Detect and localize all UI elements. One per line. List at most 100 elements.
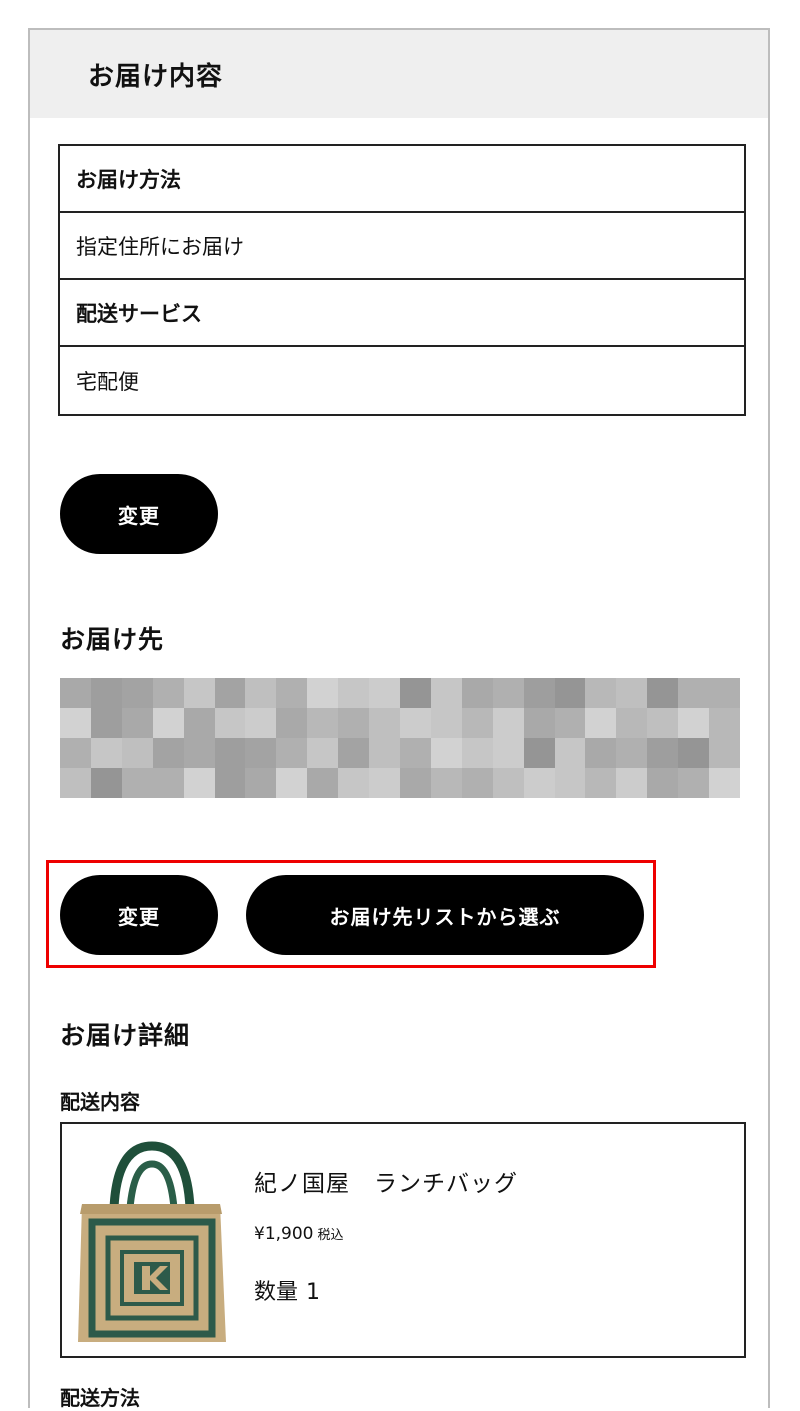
mosaic-cell <box>585 768 617 798</box>
mosaic-cell <box>245 708 277 738</box>
mosaic-cell <box>60 708 91 738</box>
mosaic-cell <box>399 708 431 738</box>
mosaic-cell <box>585 708 617 738</box>
mosaic-cell <box>399 768 431 798</box>
mosaic-cell <box>616 678 648 708</box>
mosaic-cell <box>461 738 493 768</box>
mosaic-cell <box>492 738 524 768</box>
mosaic-cell <box>554 738 586 768</box>
mosaic-cell <box>430 768 462 798</box>
delivery-method-section-label: 配送方法 <box>60 1386 140 1410</box>
mosaic-cell <box>399 678 431 708</box>
mosaic-cell <box>90 678 122 708</box>
mosaic-cell <box>523 768 555 798</box>
mosaic-cell <box>709 708 740 738</box>
mosaic-cell <box>647 708 679 738</box>
redacted-address-mosaic <box>60 678 740 798</box>
mosaic-cell <box>616 768 648 798</box>
mosaic-cell <box>430 738 462 768</box>
mosaic-cell <box>245 738 277 768</box>
mosaic-cell <box>709 768 740 798</box>
mosaic-cell <box>585 738 617 768</box>
mosaic-cell <box>152 768 184 798</box>
shipping-service-label: 配送サービス <box>60 280 744 347</box>
mosaic-cell <box>369 768 400 798</box>
mosaic-cell <box>647 738 679 768</box>
mosaic-cell <box>276 678 308 708</box>
mosaic-cell <box>461 768 493 798</box>
panel-title: お届け内容 <box>88 62 224 92</box>
choose-from-address-list-button[interactable]: お届け先リストから選ぶ <box>246 875 644 955</box>
mosaic-cell <box>245 768 277 798</box>
mosaic-cell <box>647 678 679 708</box>
address-title: お届け先 <box>60 625 165 654</box>
delivery-panel: お届け内容 お届け方法 指定住所にお届け 配送サービス 宅配便 変更 お届け先 … <box>28 28 770 1410</box>
mosaic-cell <box>152 738 184 768</box>
delivery-content-label: 配送内容 <box>60 1090 140 1114</box>
mosaic-cell <box>183 768 215 798</box>
product-quantity: 数量 1 <box>254 1274 328 1306</box>
mosaic-cell <box>307 768 339 798</box>
mosaic-cell <box>369 678 400 708</box>
mosaic-cell <box>60 738 91 768</box>
mosaic-cell <box>121 738 153 768</box>
mosaic-cell <box>369 738 400 768</box>
mosaic-cell <box>430 678 462 708</box>
mosaic-cell <box>60 768 91 798</box>
mosaic-cell <box>523 678 555 708</box>
lunch-bag-image <box>78 1141 226 1342</box>
panel-header: お届け内容 <box>30 30 768 118</box>
change-address-button[interactable]: 変更 <box>60 875 218 955</box>
mosaic-cell <box>338 768 370 798</box>
mosaic-cell <box>369 708 400 738</box>
change-method-button[interactable]: 変更 <box>60 474 218 554</box>
mosaic-cell <box>121 768 153 798</box>
mosaic-cell <box>709 678 740 708</box>
mosaic-cell <box>554 768 586 798</box>
mosaic-cell <box>523 738 555 768</box>
mosaic-cell <box>214 678 246 708</box>
mosaic-cell <box>90 738 122 768</box>
quantity-value: 1 <box>306 1280 321 1305</box>
mosaic-cell <box>492 768 524 798</box>
mosaic-cell <box>276 768 308 798</box>
price-value: ¥1,900 <box>254 1224 314 1244</box>
mosaic-cell <box>307 708 339 738</box>
mosaic-cell <box>60 678 91 708</box>
mosaic-cell <box>616 738 648 768</box>
mosaic-cell <box>461 678 493 708</box>
mosaic-cell <box>492 678 524 708</box>
mosaic-cell <box>399 738 431 768</box>
mosaic-cell <box>709 738 740 768</box>
mosaic-cell <box>616 708 648 738</box>
mosaic-cell <box>121 678 153 708</box>
delivery-method-value: 指定住所にお届け <box>60 213 744 280</box>
delivery-method-label: お届け方法 <box>60 146 744 213</box>
mosaic-cell <box>554 678 586 708</box>
mosaic-cell <box>678 738 710 768</box>
mosaic-cell <box>152 708 184 738</box>
mosaic-cell <box>214 768 246 798</box>
mosaic-cell <box>492 708 524 738</box>
product-card: 紀ノ国屋 ランチバッグ ¥1,900 税込 数量 1 <box>60 1122 746 1358</box>
mosaic-cell <box>307 738 339 768</box>
mosaic-cell <box>90 768 122 798</box>
mosaic-cell <box>678 768 710 798</box>
mosaic-cell <box>338 678 370 708</box>
mosaic-cell <box>152 678 184 708</box>
mosaic-cell <box>90 708 122 738</box>
shipping-service-value: 宅配便 <box>76 369 139 394</box>
mosaic-cell <box>183 708 215 738</box>
mosaic-cell <box>121 708 153 738</box>
mosaic-cell <box>554 708 586 738</box>
mosaic-cell <box>338 708 370 738</box>
mosaic-cell <box>307 678 339 708</box>
mosaic-cell <box>183 738 215 768</box>
mosaic-cell <box>430 708 462 738</box>
mosaic-cell <box>647 768 679 798</box>
tax-label: 税込 <box>317 1228 344 1243</box>
mosaic-cell <box>276 708 308 738</box>
mosaic-cell <box>338 738 370 768</box>
product-price: ¥1,900 税込 <box>254 1224 344 1244</box>
mosaic-cell <box>461 708 493 738</box>
